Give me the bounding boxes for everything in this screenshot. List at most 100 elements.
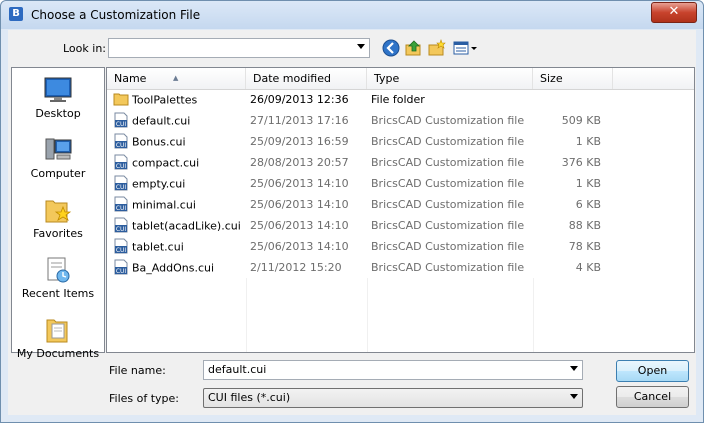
- cui-file-icon: CUI: [113, 217, 132, 233]
- file-name-cell[interactable]: CUI default.cui: [113, 110, 244, 131]
- place-my-documents[interactable]: My Documents: [12, 313, 104, 371]
- dialog-title: Choose a Customization File: [31, 8, 201, 22]
- file-name-cell[interactable]: CUI compact.cui: [113, 152, 244, 173]
- file-type: BricsCAD Customization file: [371, 219, 525, 232]
- file-date: 26/09/2013 12:36: [250, 93, 349, 106]
- file-row[interactable]: CUI compact.cui 28/08/2013 20:57 BricsCAD C…: [107, 152, 694, 173]
- file-size: 88 KB: [568, 219, 601, 232]
- sort-ascending-icon: ▲: [173, 74, 179, 82]
- lookin-label: Look in:: [63, 42, 106, 55]
- file-date: 27/11/2013 17:16: [250, 114, 349, 127]
- svg-text:CUI: CUI: [116, 184, 127, 191]
- desktop-icon: [44, 77, 72, 102]
- file-size: 6 KB: [575, 198, 601, 211]
- file-type: BricsCAD Customization file: [371, 114, 525, 127]
- file-name-cell[interactable]: ToolPalettes: [113, 89, 244, 110]
- cui-file-icon: CUI: [113, 154, 132, 170]
- file-type: BricsCAD Customization file: [371, 240, 525, 253]
- title-bar[interactable]: B Choose a Customization File ✕: [1, 1, 703, 29]
- file-row[interactable]: CUI default.cui 27/11/2013 17:16 BricsCAD C…: [107, 110, 694, 131]
- column-header-date[interactable]: Date modified: [246, 68, 367, 89]
- cancel-button[interactable]: Cancel: [616, 386, 689, 408]
- places-bar: Desktop Computer Favorites Recent Items …: [11, 67, 105, 360]
- column-header-type[interactable]: Type: [367, 68, 533, 89]
- file-size: [535, 89, 601, 110]
- file-row[interactable]: CUI Bonus.cui 25/09/2013 16:59 BricsCAD Cus…: [107, 131, 694, 152]
- file-row[interactable]: CUI tablet(acadLike).cui 25/06/2013 14:10 B…: [107, 215, 694, 236]
- cui-file-icon: CUI: [113, 175, 132, 191]
- file-name-cell[interactable]: CUI Bonus.cui: [113, 131, 244, 152]
- recent-items-icon: [47, 257, 70, 283]
- column-divider: [246, 278, 247, 352]
- open-button[interactable]: Open: [616, 360, 689, 382]
- chevron-down-icon[interactable]: [570, 366, 578, 371]
- folder-icon: [113, 93, 132, 106]
- filename-label: File name:: [109, 364, 166, 377]
- file-size: 1 KB: [575, 135, 601, 148]
- close-button[interactable]: ✕: [651, 2, 697, 23]
- place-label: Recent Items: [21, 287, 95, 300]
- file-size: 509 KB: [561, 114, 601, 127]
- dialog-client-area: Look in: Desktop Computer Favorites Rece…: [8, 30, 696, 415]
- file-row[interactable]: CUI minimal.cui 25/06/2013 14:10 BricsCAD C…: [107, 194, 694, 215]
- column-divider: [367, 278, 368, 352]
- lookin-dropdown[interactable]: [108, 38, 370, 58]
- file-name-cell[interactable]: CUI tablet(acadLike).cui: [113, 215, 244, 236]
- file-name: tablet(acadLike).cui: [132, 219, 241, 233]
- filename-combo[interactable]: default.cui: [203, 360, 583, 380]
- file-name: default.cui: [132, 114, 191, 128]
- column-header-label: Date modified: [253, 72, 331, 85]
- file-name-cell[interactable]: CUI tablet.cui: [113, 236, 244, 257]
- file-date: 25/06/2013 14:10: [250, 219, 349, 232]
- column-divider: [533, 278, 534, 352]
- file-date: 25/06/2013 14:10: [250, 240, 349, 253]
- file-size: 376 KB: [561, 156, 601, 169]
- file-name: Ba_AddOns.cui: [132, 261, 215, 275]
- my-documents-icon: [46, 319, 68, 343]
- file-row[interactable]: CUI tablet.cui 25/06/2013 14:10 BricsCAD Cu…: [107, 236, 694, 257]
- svg-text:CUI: CUI: [116, 121, 127, 128]
- filetype-dropdown[interactable]: CUI files (*.cui): [203, 388, 583, 408]
- favorites-icon: [45, 200, 72, 223]
- view-menu-icon[interactable]: [453, 39, 479, 57]
- file-name-cell[interactable]: CUI Ba_AddOns.cui: [113, 257, 244, 278]
- place-computer[interactable]: Computer: [12, 133, 104, 191]
- new-folder-icon[interactable]: [428, 39, 446, 57]
- place-favorites[interactable]: Favorites: [12, 193, 104, 251]
- file-type: File folder: [371, 93, 425, 106]
- column-header-label: Name: [114, 72, 147, 85]
- file-list[interactable]: Name ▲ Date modified Type Size ToolPalet…: [106, 67, 695, 353]
- place-recent-items[interactable]: Recent Items: [12, 253, 104, 311]
- column-header-name[interactable]: Name ▲: [107, 68, 246, 89]
- file-date: 25/09/2013 16:59: [250, 135, 349, 148]
- back-icon[interactable]: [382, 39, 400, 57]
- file-date: 25/06/2013 14:10: [250, 177, 349, 190]
- svg-text:CUI: CUI: [116, 142, 127, 149]
- file-date: 2/11/2012 15:20: [250, 261, 342, 274]
- up-folder-icon[interactable]: [405, 39, 423, 57]
- file-name: compact.cui: [132, 156, 200, 170]
- file-size: 4 KB: [575, 261, 601, 274]
- file-type: BricsCAD Customization file: [371, 177, 525, 190]
- cui-file-icon: CUI: [113, 259, 132, 275]
- filetype-label: Files of type:: [109, 392, 180, 405]
- place-desktop[interactable]: Desktop: [12, 73, 104, 131]
- file-type: BricsCAD Customization file: [371, 135, 525, 148]
- file-name-cell[interactable]: CUI minimal.cui: [113, 194, 244, 215]
- file-name-cell[interactable]: CUI empty.cui: [113, 173, 244, 194]
- file-list-header: Name ▲ Date modified Type Size: [107, 68, 694, 90]
- file-type: BricsCAD Customization file: [371, 156, 525, 169]
- column-header-label: Type: [374, 72, 400, 85]
- column-header-size[interactable]: Size: [533, 68, 613, 89]
- file-size: 1 KB: [575, 177, 601, 190]
- column-header-label: Size: [540, 72, 563, 85]
- bricscad-app-icon: B: [9, 7, 23, 21]
- chevron-down-icon: [570, 394, 578, 399]
- computer-icon: [45, 138, 72, 160]
- file-row[interactable]: CUI Ba_AddOns.cui 2/11/2012 15:20 BricsCAD …: [107, 257, 694, 278]
- file-name: tablet.cui: [132, 240, 184, 254]
- cui-file-icon: CUI: [113, 196, 132, 212]
- file-row[interactable]: ToolPalettes 26/09/2013 12:36 File folder: [107, 89, 694, 110]
- file-row[interactable]: CUI empty.cui 25/06/2013 14:10 BricsCAD Cus…: [107, 173, 694, 194]
- chevron-down-icon: [357, 44, 365, 49]
